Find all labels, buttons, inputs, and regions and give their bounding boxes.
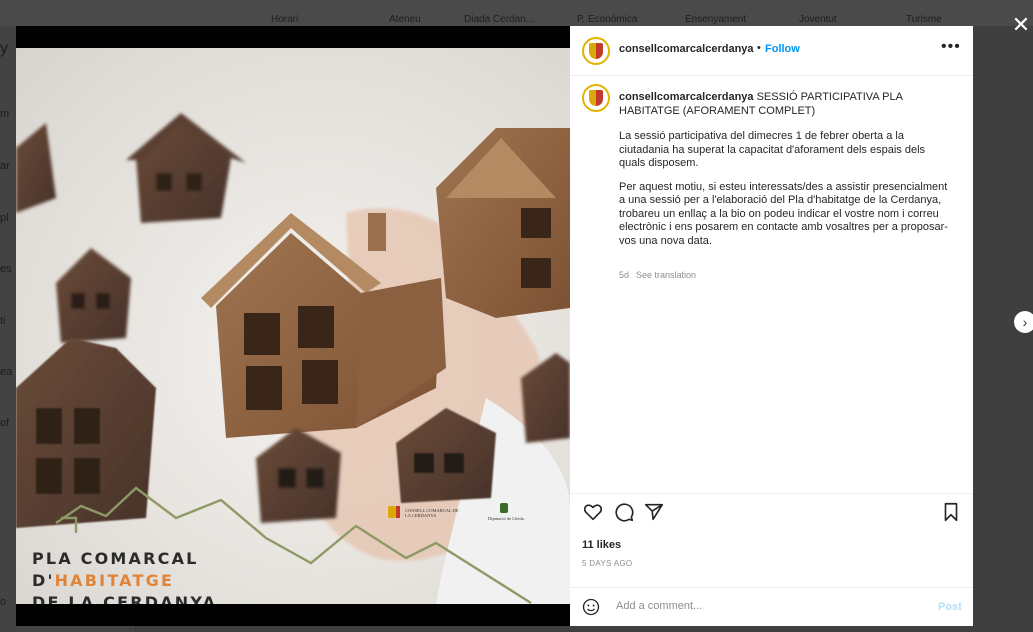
houses-illustration: [16, 113, 570, 604]
background-text: es: [0, 263, 12, 275]
post-age: 5d: [619, 270, 630, 280]
background-text: m: [0, 108, 10, 120]
smiley-icon[interactable]: [582, 598, 600, 616]
post-panel: consellcomarcalcerdanya • Follow ••• con…: [570, 26, 973, 626]
artwork-line3: DE LA CERDANYA: [32, 593, 218, 604]
header-username[interactable]: consellcomarcalcerdanya: [619, 43, 754, 55]
post-media[interactable]: CONSELL COMARCAL DE LA CERDANYA Diputaci…: [16, 26, 570, 626]
background-nav-item: Horari: [271, 14, 299, 25]
artwork-line2-highlight: HABITATGE: [54, 571, 175, 590]
background-nav-item: Ateneu: [389, 14, 421, 25]
follow-button[interactable]: Follow: [765, 43, 800, 55]
caption-paragraph: Per aquest motiu, si esteu interessats/d…: [619, 180, 948, 247]
post-image: CONSELL COMARCAL DE LA CERDANYA Diputaci…: [16, 48, 570, 604]
artwork-line2: D'HABITATGE: [32, 570, 217, 592]
like-count[interactable]: 11 likes: [582, 539, 621, 551]
background-text: y: [0, 40, 8, 57]
caption-avatar[interactable]: [582, 84, 610, 112]
post-comment-button[interactable]: Post: [938, 601, 962, 613]
bookmark-icon[interactable]: [940, 501, 962, 523]
caption-paragraph: La sessió participativa del dimecres 1 d…: [619, 130, 926, 169]
caption-username[interactable]: consellcomarcalcerdanya: [619, 91, 754, 103]
background-nav-item: Ensenyament: [685, 14, 747, 25]
heart-icon[interactable]: [582, 501, 604, 523]
background-nav-item: Diada Cerdan...: [464, 14, 535, 25]
caption-meta: 5d See translation: [619, 270, 703, 280]
artwork-line2-prefix: D': [32, 571, 55, 590]
artwork-line1: PLA COMARCAL: [32, 549, 199, 568]
background-nav-item: Joventut: [799, 14, 837, 25]
crest-icon: [589, 43, 603, 59]
crest-icon: [589, 90, 603, 106]
background-text: ti: [0, 315, 6, 327]
close-icon[interactable]: ✕: [1010, 14, 1032, 36]
see-translation-link[interactable]: See translation: [636, 270, 696, 280]
background-text: ar: [0, 160, 10, 172]
post-caption: consellcomarcalcerdanya SESSIÓ PARTICIPA…: [619, 91, 954, 258]
artwork-title: PLA COMARCAL D'HABITATGE DE LA CERDANYA: [32, 548, 217, 604]
actions-divider: [570, 493, 973, 494]
logo-consell-text: CONSELL COMARCAL DE LA CERDANYA: [405, 508, 459, 518]
diputacio-logo-icon: [500, 503, 508, 513]
paper-plane-icon[interactable]: [643, 501, 665, 523]
logo-diputacio-text: Diputació de Lleida: [488, 516, 524, 521]
post-modal: CONSELL COMARCAL DE LA CERDANYA Diputaci…: [16, 26, 973, 626]
background-nav-item: Turisme: [906, 14, 942, 25]
header-separator: •: [757, 42, 761, 54]
chevron-right-icon[interactable]: ›: [1014, 311, 1033, 333]
comment-icon[interactable]: [613, 501, 635, 523]
background-text: ea: [0, 366, 13, 378]
avatar[interactable]: [582, 37, 610, 65]
consell-logo-icon: [388, 506, 396, 518]
more-options-icon[interactable]: •••: [941, 38, 961, 56]
comment-bar: Post: [570, 587, 973, 627]
background-text: pl: [0, 212, 9, 224]
comment-input[interactable]: [614, 599, 918, 613]
post-timestamp: 5 DAYS AGO: [582, 559, 633, 568]
background-nav-item: P. Econòmica: [577, 14, 638, 25]
post-header: consellcomarcalcerdanya • Follow •••: [570, 26, 973, 76]
background-text: of: [0, 417, 10, 429]
background-text: o: [0, 596, 7, 608]
